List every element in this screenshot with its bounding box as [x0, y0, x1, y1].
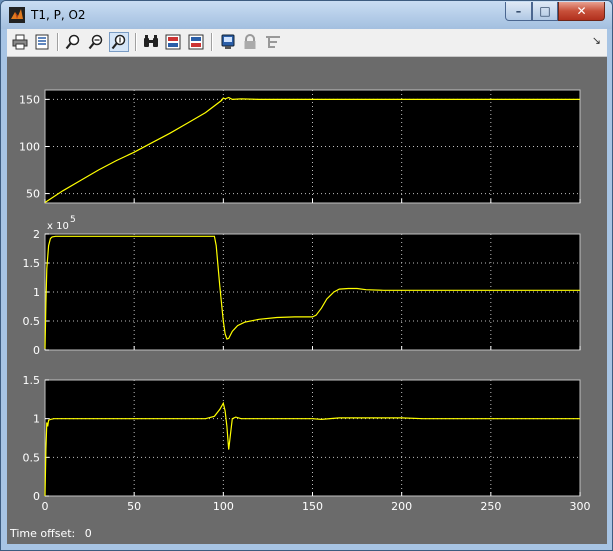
y-exponent-power: 5 [70, 215, 76, 225]
time-offset-status: Time offset: 0 [10, 527, 92, 540]
y-exponent-label: x 10 [47, 221, 69, 232]
floating-scope-button[interactable] [218, 32, 238, 52]
scope-axes-3[interactable]: 0 0.5 1 1.5 0 50 100 150 200 250 300 [23, 374, 591, 513]
y-tick-label: 2 [33, 228, 40, 241]
close-icon: ✕ [576, 4, 587, 18]
time-offset-label: Time offset: [10, 527, 76, 540]
parameters-button[interactable] [32, 32, 52, 52]
x-tick-label: 250 [480, 500, 501, 513]
toolbar: ↘ [7, 29, 607, 57]
y-tick-label: 0 [33, 490, 40, 503]
matlab-icon [9, 7, 25, 23]
y-tick-label: 50 [26, 188, 40, 201]
lock-axes-icon [244, 34, 256, 49]
lock-axes-button[interactable] [240, 32, 260, 52]
toolbar-separator [57, 33, 59, 51]
title-bar[interactable]: T1, P, O2 – □ ✕ [1, 1, 612, 29]
plot-area [44, 379, 581, 497]
zoom-y-button[interactable] [109, 32, 129, 52]
parameters-icon [35, 34, 49, 50]
toolbar-overflow-icon[interactable]: ↘ [592, 34, 601, 47]
y-tick-label: 0.5 [23, 451, 41, 464]
toolbar-separator [211, 33, 213, 51]
x-tick-label: 100 [213, 500, 234, 513]
print-icon [12, 34, 28, 50]
scope-axes-2[interactable]: 0 0.5 1 1.5 2 x 105 [23, 215, 581, 357]
scope-axes-1[interactable]: 50 100 150 [19, 89, 581, 204]
y-tick-label: 1.5 [23, 374, 41, 387]
close-button[interactable]: ✕ [558, 2, 605, 21]
restore-axes-button[interactable] [186, 32, 206, 52]
scope-plots: 5010015000.511.52x 10500.511.50 50 100 150 2… [19, 89, 591, 513]
x-tick-label: 50 [127, 500, 141, 513]
scope-window: T1, P, O2 – □ ✕ ↘ 50 100 150 0 0.5 1 1.5… [0, 0, 613, 551]
y-tick-label: 0.5 [23, 315, 41, 328]
zoom-x-icon [88, 34, 103, 50]
maximize-button[interactable]: □ [532, 2, 558, 21]
toolbar-separator [135, 33, 137, 51]
y-tick-label: 1 [33, 286, 40, 299]
save-axes-icon [165, 34, 181, 50]
minimize-button[interactable]: – [505, 2, 532, 21]
print-button[interactable] [10, 32, 30, 52]
y-tick-label: 0 [33, 344, 40, 357]
signal-selection-icon [266, 36, 280, 48]
y-tick-label: 150 [19, 93, 40, 106]
signal-selection-button[interactable] [263, 32, 283, 52]
zoom-icon [65, 34, 80, 50]
y-tick-label: 100 [19, 141, 40, 154]
x-tick-label: 150 [302, 500, 323, 513]
window-title: T1, P, O2 [31, 8, 86, 22]
y-tick-label: 1 [33, 413, 40, 426]
autoscale-icon [144, 35, 158, 47]
zoom-button[interactable] [63, 32, 83, 52]
zoom-x-button[interactable] [86, 32, 106, 52]
restore-axes-icon [188, 34, 204, 50]
x-tick-label: 300 [570, 500, 591, 513]
scope-display: 50 100 150 0 0.5 1 1.5 2 x 10 5 0 0.5 1 1.5 0 50 100 150 2… [7, 57, 607, 544]
time-offset-value: 0 [84, 527, 92, 540]
autoscale-button[interactable] [141, 32, 161, 52]
save-axes-button[interactable] [163, 32, 183, 52]
floating-scope-icon [221, 34, 235, 49]
x-tick-label: 200 [391, 500, 412, 513]
zoom-y-icon [111, 34, 126, 50]
y-tick-label: 1.5 [23, 257, 41, 270]
x-tick-label: 0 [42, 500, 49, 513]
maximize-icon: □ [539, 4, 551, 18]
minimize-icon: – [515, 4, 522, 18]
